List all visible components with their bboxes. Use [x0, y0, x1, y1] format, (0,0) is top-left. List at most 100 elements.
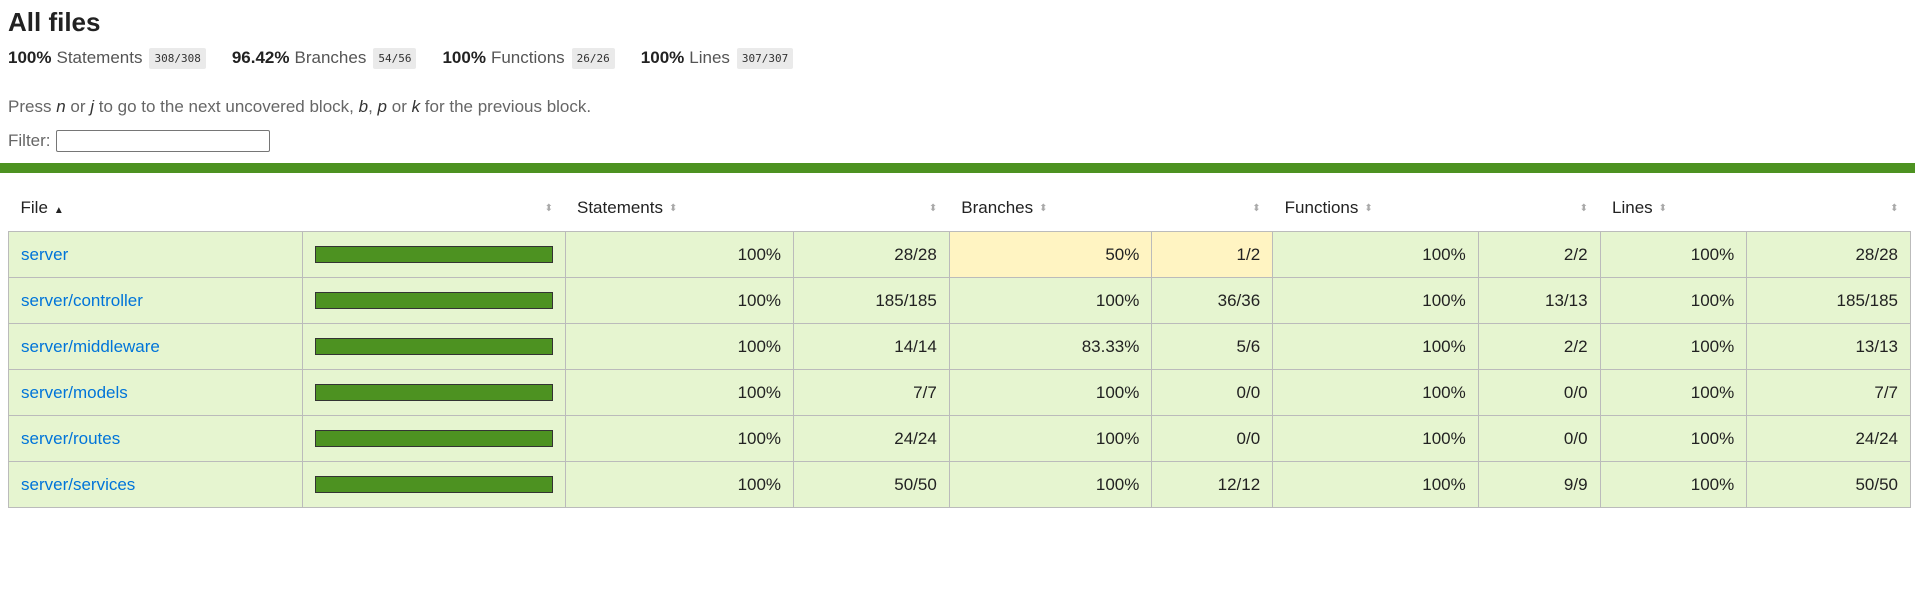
lines-pct: 100%: [1599, 461, 1748, 508]
header-label: Functions: [1284, 198, 1359, 217]
branches-frac: 12/12: [1151, 461, 1274, 508]
file-link[interactable]: server/models: [21, 383, 128, 402]
functions-pct: 100%: [1272, 415, 1479, 462]
coverage-bar: [314, 384, 553, 401]
statements-pct: 100%: [564, 369, 795, 416]
coverage-status-line: [0, 163, 1915, 173]
header-label: Statements: [577, 198, 663, 217]
sort-icon: ⬍: [1039, 203, 1048, 215]
statements-frac: 24/24: [793, 415, 950, 462]
functions-frac: 2/2: [1477, 323, 1601, 370]
statements-frac: 14/14: [793, 323, 950, 370]
statements-frac: 28/28: [793, 231, 950, 278]
file-cell: server: [8, 231, 303, 278]
lines-pct: 100%: [1599, 323, 1748, 370]
sort-icon: ⬍: [928, 203, 938, 215]
lines-frac: 7/7: [1746, 369, 1911, 416]
header-functions-frac[interactable]: ⬍: [1478, 185, 1600, 232]
coverage-bar: [314, 246, 553, 263]
summary-functions: 100% Functions 26/26: [442, 47, 615, 69]
file-link[interactable]: server/services: [21, 475, 135, 494]
header-branches[interactable]: Branches ⬍: [949, 185, 1152, 232]
header-file[interactable]: File ▲: [9, 185, 303, 232]
functions-frac: 13/13: [1477, 277, 1601, 324]
lines-frac: 24/24: [1746, 415, 1911, 462]
lines-pct: 100%: [1599, 415, 1748, 462]
file-cell: server/routes: [8, 415, 303, 462]
branches-frac: 36/36: [1151, 277, 1274, 324]
hint-key: n: [56, 97, 66, 116]
summary-label: Functions: [490, 48, 565, 67]
statements-pct: 100%: [564, 277, 795, 324]
file-cell: server/models: [8, 369, 303, 416]
summary-fraction: 54/56: [373, 47, 417, 69]
sort-icon: ⬍: [1252, 203, 1261, 215]
filter-input[interactable]: [55, 130, 270, 152]
header-statements[interactable]: Statements ⬍: [565, 185, 794, 232]
hint-key: b: [358, 97, 369, 116]
statements-pct: 100%: [564, 461, 795, 508]
summary-statements: 100% Statements 308/308: [8, 47, 206, 69]
branches-pct: 100%: [948, 415, 1153, 462]
lines-frac: 185/185: [1746, 277, 1911, 324]
hint-text: or: [65, 97, 91, 116]
summary-fraction: 308/308: [149, 47, 206, 69]
statements-pct: 100%: [564, 415, 795, 462]
lines-frac: 28/28: [1746, 231, 1911, 278]
summary-pct: 100%: [8, 48, 52, 67]
header-lines[interactable]: Lines ⬍: [1600, 185, 1747, 232]
summary-branches: 96.42% Branches 54/56: [231, 47, 417, 69]
file-cell: server/services: [8, 461, 303, 508]
hint-text: Press: [8, 97, 57, 116]
functions-frac: 9/9: [1477, 461, 1601, 508]
file-link[interactable]: server/controller: [21, 291, 143, 310]
filter-label: Filter:: [8, 131, 51, 150]
file-cell: server/controller: [8, 277, 303, 324]
functions-pct: 100%: [1272, 461, 1479, 508]
file-link[interactable]: server/middleware: [21, 337, 160, 356]
coverage-bar-cell: [301, 277, 566, 324]
coverage-bar-cell: [301, 369, 566, 416]
sort-icon: ⬍: [1890, 203, 1899, 215]
branches-frac: 5/6: [1151, 323, 1274, 370]
header-functions[interactable]: Functions ⬍: [1273, 185, 1479, 232]
header-file-bar[interactable]: ⬍: [302, 185, 565, 232]
functions-pct: 100%: [1272, 277, 1479, 324]
header-label: Lines: [1612, 198, 1653, 217]
branches-pct: 100%: [948, 461, 1153, 508]
summary-label: Lines: [689, 48, 730, 67]
summary-fraction: 26/26: [571, 47, 615, 69]
statements-frac: 7/7: [793, 369, 950, 416]
sort-icon: ⬍: [1579, 203, 1589, 215]
coverage-bar: [314, 430, 553, 447]
summary-pct: 96.42%: [231, 48, 290, 67]
lines-pct: 100%: [1599, 369, 1748, 416]
header-statements-frac[interactable]: ⬍: [794, 185, 950, 232]
functions-frac: 0/0: [1477, 369, 1601, 416]
statements-frac: 185/185: [793, 277, 950, 324]
file-link[interactable]: server: [21, 245, 68, 264]
branches-pct: 100%: [948, 277, 1153, 324]
hint-text: to go to the next uncovered block,: [94, 97, 359, 116]
table-header-row: File ▲ ⬍ Statements ⬍ ⬍ Branches ⬍ ⬍ Functi…: [9, 185, 1911, 232]
file-link[interactable]: server/routes: [21, 429, 120, 448]
branches-frac: 0/0: [1151, 415, 1274, 462]
page-title: All files: [8, 7, 101, 37]
coverage-bar: [314, 476, 553, 493]
header-label: Branches: [961, 198, 1034, 217]
summary-label: Branches: [294, 48, 367, 67]
sort-icon: ⬍: [1364, 203, 1373, 215]
summary-pct: 100%: [442, 48, 486, 67]
header-lines-frac[interactable]: ⬍: [1747, 185, 1911, 232]
header-label: File: [20, 198, 48, 217]
branches-pct: 83.33%: [948, 323, 1153, 370]
header-branches-frac[interactable]: ⬍: [1152, 185, 1273, 232]
keyboard-hint: Press n or j to go to the next uncovered…: [8, 96, 1907, 118]
hint-key: p: [377, 97, 388, 116]
coverage-summary: 100% Statements 308/308 96.42% Branches …: [8, 38, 1907, 78]
sort-icon: ⬍: [1658, 203, 1668, 215]
sort-icon: ⬍: [544, 203, 553, 215]
coverage-bar-cell: [301, 323, 566, 370]
hint-text: for the previous block.: [420, 97, 592, 116]
lines-pct: 100%: [1599, 231, 1748, 278]
